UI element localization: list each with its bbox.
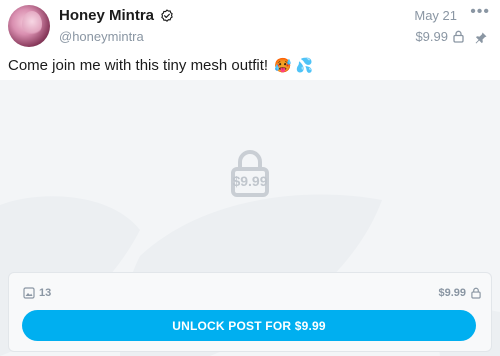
unlock-panel: 13 $9.99 UNLOCK POST FOR $9.99 <box>8 272 492 352</box>
author-name[interactable]: Honey Mintra <box>59 7 154 24</box>
caption-emojis: 🥵 💦 <box>274 57 314 73</box>
lock-icon <box>453 30 464 43</box>
locked-price: $9.99 <box>232 173 268 189</box>
lock-icon <box>471 287 481 299</box>
post-caption: Come join me with this tiny mesh outfit!… <box>8 57 313 74</box>
panel-price: $9.99 <box>438 287 481 299</box>
post-header: Honey Mintra @honeymintra May 21 ••• $9.… <box>0 0 500 56</box>
more-options-icon[interactable]: ••• <box>470 3 490 21</box>
image-icon <box>23 287 35 299</box>
post-price-value: $9.99 <box>415 29 448 44</box>
author-name-row[interactable]: Honey Mintra <box>59 7 174 24</box>
avatar[interactable] <box>8 5 50 47</box>
unlock-post-button[interactable]: UNLOCK POST FOR $9.99 <box>22 310 476 341</box>
verified-check-icon <box>161 8 173 22</box>
post-date[interactable]: May 21 <box>414 8 457 23</box>
author-handle[interactable]: @honeymintra <box>59 29 144 44</box>
media-count-value: 13 <box>39 287 52 299</box>
pin-icon[interactable] <box>474 31 488 45</box>
panel-price-value: $9.99 <box>438 287 466 299</box>
post-price: $9.99 <box>415 29 464 44</box>
media-count: 13 <box>23 287 51 299</box>
caption-text: Come join me with this tiny mesh outfit! <box>8 57 269 74</box>
